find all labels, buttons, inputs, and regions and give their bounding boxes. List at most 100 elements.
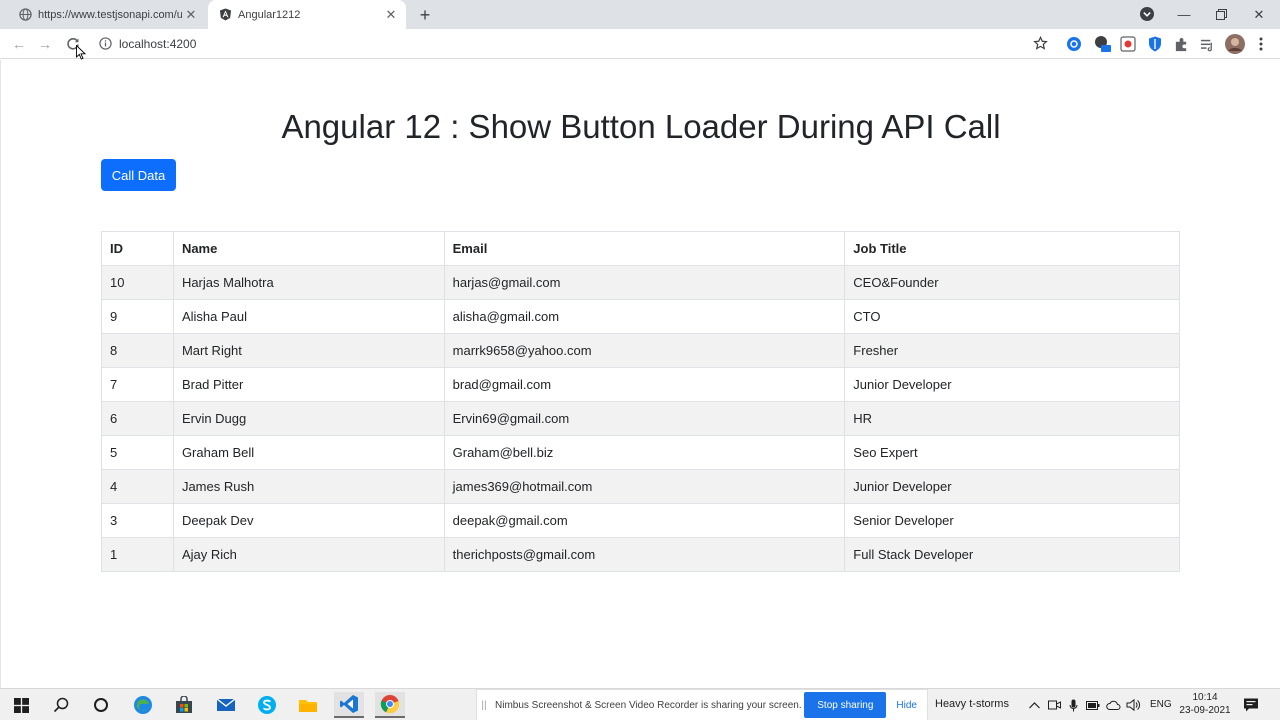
language-indicator[interactable]: ENG: [1150, 699, 1172, 710]
cell-name: Mart Right: [172, 333, 445, 368]
tab-title: Angular1212: [238, 8, 301, 21]
shield-icon[interactable]: [1146, 35, 1164, 53]
windows-taskbar: || Nimbus Screenshot & Screen Video Reco…: [0, 688, 1280, 720]
table-header-row: ID Name Email Job Title: [101, 231, 1180, 266]
column-header-id: ID: [101, 231, 174, 266]
browser-tabstrip: https://www.testjsonapi.com/use ✕ Angula…: [0, 0, 1280, 29]
cell-name: Ervin Dugg: [172, 401, 445, 436]
extension-na-icon[interactable]: [1093, 35, 1111, 53]
avatar[interactable]: [1225, 34, 1245, 54]
onedrive-cloud-icon[interactable]: [1105, 697, 1121, 713]
cell-email: brad@gmail.com: [443, 367, 846, 402]
close-tab-icon[interactable]: ✕: [382, 6, 400, 24]
cell-id: 7: [101, 367, 174, 402]
cell-name: James Rush: [172, 469, 445, 504]
weather-status[interactable]: Heavy t-storms: [935, 698, 1009, 710]
hide-button[interactable]: Hide: [892, 700, 927, 711]
cell-id: 3: [101, 503, 174, 538]
vscode-icon[interactable]: [334, 692, 364, 718]
cell-email: harjas@gmail.com: [443, 265, 846, 300]
mail-icon[interactable]: [211, 692, 241, 718]
mouse-cursor-icon: [76, 44, 87, 60]
extension-a-icon[interactable]: [1065, 35, 1083, 53]
tab-search-icon[interactable]: [1139, 6, 1155, 22]
table-row: 9 Alisha Paul alisha@gmail.com CTO: [101, 299, 1180, 334]
windows-start-icon[interactable]: [6, 692, 36, 718]
cell-name: Deepak Dev: [172, 503, 445, 538]
window-close-icon[interactable]: ✕: [1241, 0, 1277, 29]
file-explorer-icon[interactable]: [293, 692, 323, 718]
table-row: 4 James Rush james369@hotmail.com Junior…: [101, 469, 1180, 504]
minimize-icon[interactable]: —: [1166, 0, 1202, 29]
media-queue-icon[interactable]: [1198, 35, 1216, 53]
cell-job-title: CEO&Founder: [844, 265, 1180, 300]
drag-handle-icon[interactable]: ||: [477, 700, 491, 711]
address-bar[interactable]: localhost:4200: [92, 32, 1058, 56]
chevron-up-icon[interactable]: [1026, 697, 1042, 713]
cell-job-title: Junior Developer: [844, 469, 1180, 504]
tab-title: https://www.testjsonapi.com/use: [38, 8, 182, 21]
back-icon[interactable]: ←: [9, 34, 29, 54]
cell-id: 1: [101, 537, 174, 572]
search-icon[interactable]: [46, 692, 76, 718]
cell-id: 8: [101, 333, 174, 368]
sharing-message: Nimbus Screenshot & Screen Video Recorde…: [495, 699, 802, 711]
cell-id: 10: [101, 265, 174, 300]
microphone-icon[interactable]: [1065, 697, 1081, 713]
cell-job-title: Senior Developer: [844, 503, 1180, 538]
cell-job-title: Full Stack Developer: [844, 537, 1180, 572]
page-title: Angular 12 : Show Button Loader During A…: [281, 108, 1001, 145]
cell-job-title: CTO: [844, 299, 1180, 334]
close-tab-icon[interactable]: ✕: [182, 6, 200, 24]
tab-angular1212[interactable]: Angular1212 ✕: [208, 0, 406, 29]
cell-email: deepak@gmail.com: [443, 503, 846, 538]
cell-email: Ervin69@gmail.com: [443, 401, 846, 436]
tab-testjsonapi[interactable]: https://www.testjsonapi.com/use ✕: [8, 0, 206, 29]
browser-menu-icon[interactable]: [1252, 35, 1270, 53]
screen-recorder-icon[interactable]: [1119, 35, 1137, 53]
table-row: 10 Harjas Malhotra harjas@gmail.com CEO&…: [101, 265, 1180, 300]
table-row: 3 Deepak Dev deepak@gmail.com Senior Dev…: [101, 503, 1180, 538]
cell-job-title: Junior Developer: [844, 367, 1180, 402]
cortana-icon[interactable]: [86, 692, 116, 718]
cell-email: marrk9658@yahoo.com: [443, 333, 846, 368]
cell-job-title: Seo Expert: [844, 435, 1180, 470]
bookmark-star-icon[interactable]: [1033, 35, 1049, 52]
cell-email: james369@hotmail.com: [443, 469, 846, 504]
cell-id: 9: [101, 299, 174, 334]
notification-icon[interactable]: [1243, 697, 1259, 713]
table-row: 1 Ajay Rich therichposts@gmail.com Full …: [101, 537, 1180, 572]
system-clock[interactable]: 10:14 23-09-2021: [1177, 691, 1233, 717]
cell-name: Ajay Rich: [172, 537, 445, 572]
screen-sharing-bar: || Nimbus Screenshot & Screen Video Reco…: [476, 689, 928, 720]
site-info-icon[interactable]: [99, 37, 113, 51]
angular-icon: [218, 8, 232, 22]
chrome-icon[interactable]: [375, 692, 405, 718]
cell-id: 6: [101, 401, 174, 436]
users-table: ID Name Email Job Title 10 Harjas Malhot…: [101, 231, 1180, 572]
table-row: 7 Brad Pitter brad@gmail.com Junior Deve…: [101, 367, 1180, 402]
skype-icon[interactable]: [252, 692, 282, 718]
cell-email: alisha@gmail.com: [443, 299, 846, 334]
stop-sharing-button[interactable]: Stop sharing: [804, 692, 887, 718]
page-content: Angular 12 : Show Button Loader During A…: [0, 60, 1280, 688]
address-url: localhost:4200: [119, 37, 197, 51]
new-tab-button[interactable]: +: [414, 4, 436, 26]
cell-name: Graham Bell: [172, 435, 445, 470]
column-header-name: Name: [172, 231, 445, 266]
volume-icon[interactable]: [1125, 697, 1141, 713]
edge-icon[interactable]: [128, 692, 158, 718]
battery-icon[interactable]: [1085, 697, 1101, 713]
cell-email: therichposts@gmail.com: [443, 537, 846, 572]
store-icon[interactable]: [169, 692, 199, 718]
extensions-puzzle-icon[interactable]: [1172, 35, 1190, 53]
clock-time: 10:14: [1192, 692, 1218, 703]
cell-id: 4: [101, 469, 174, 504]
maximize-icon[interactable]: [1203, 0, 1239, 29]
cell-name: Brad Pitter: [172, 367, 445, 402]
forward-icon[interactable]: →: [35, 34, 55, 54]
meet-now-icon[interactable]: [1046, 697, 1062, 713]
cell-id: 5: [101, 435, 174, 470]
table-row: 6 Ervin Dugg Ervin69@gmail.com HR: [101, 401, 1180, 436]
call-data-button[interactable]: Call Data: [101, 159, 176, 191]
